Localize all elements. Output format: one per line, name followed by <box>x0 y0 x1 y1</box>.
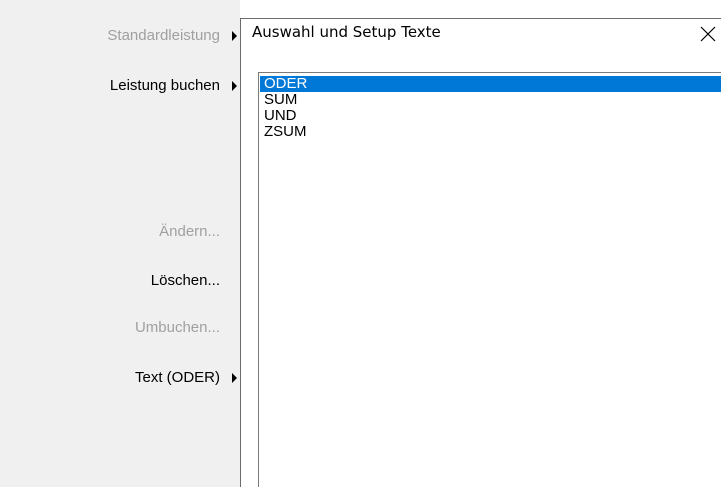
menu-item-label: Leistung buchen <box>109 77 220 94</box>
list-item-und[interactable]: UND <box>260 108 721 124</box>
list-items: ODER SUM UND ZSUM <box>260 76 721 140</box>
menu-item-label: Umbuchen... <box>134 319 220 336</box>
list-item-sum[interactable]: SUM <box>260 92 721 108</box>
list-item-zsum[interactable]: ZSUM <box>260 124 721 140</box>
menu-item-label: Löschen... <box>150 272 220 289</box>
submenu-arrow-icon <box>232 31 237 41</box>
menu-item-label: Text (ODER) <box>134 369 220 386</box>
menu-item-label: Standardleistung <box>107 27 220 44</box>
list-item-oder[interactable]: ODER <box>260 76 721 92</box>
menu-item-leistung-buchen[interactable]: Leistung buchen <box>109 75 237 97</box>
text-listbox[interactable]: ODER SUM UND ZSUM <box>258 72 721 487</box>
menu-item-umbuchen[interactable]: Umbuchen... <box>135 317 220 339</box>
submenu-arrow-icon <box>232 373 237 383</box>
menu-item-loeschen[interactable]: Löschen... <box>151 270 220 292</box>
menu-item-label: Ändern... <box>159 223 220 240</box>
close-icon[interactable] <box>699 25 717 43</box>
menu-item-aendern[interactable]: Ändern... <box>159 221 220 243</box>
menu-item-text-oder[interactable]: Text (ODER) <box>134 367 237 389</box>
setup-texte-dialog: Auswahl und Setup Texte ODER SUM UND ZSU… <box>240 18 721 487</box>
submenu-arrow-icon <box>232 81 237 91</box>
dialog-title: Auswahl und Setup Texte <box>252 23 441 41</box>
context-menu: Standardleistung Leistung buchen Ändern.… <box>0 0 240 487</box>
menu-item-standardleistung[interactable]: Standardleistung <box>107 25 237 47</box>
